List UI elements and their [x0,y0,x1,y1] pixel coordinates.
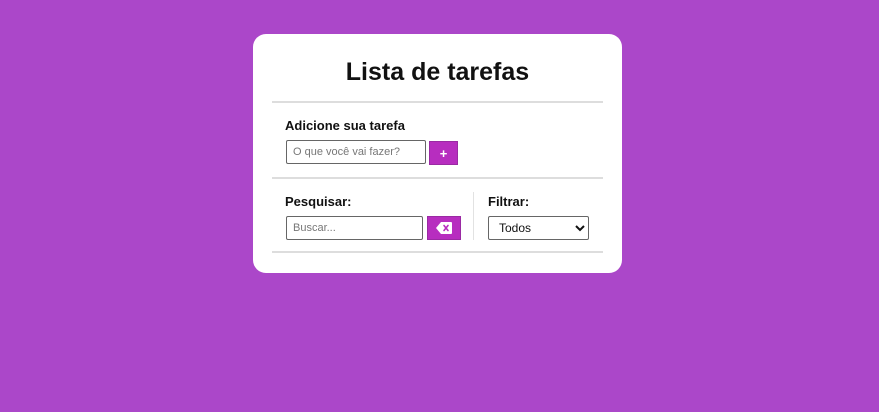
page-title: Lista de tarefas [345,58,530,86]
todo-card: Lista de tarefas Adicione sua tarefa + P… [253,34,622,273]
divider [272,177,603,179]
search-input[interactable] [286,216,423,240]
divider [272,101,603,103]
add-task-label: Adicione sua tarefa [285,118,405,133]
backspace-icon [436,222,452,234]
vertical-separator [473,192,474,240]
task-input[interactable] [286,140,426,164]
clear-search-button[interactable] [427,216,461,240]
divider [272,251,603,253]
search-label: Pesquisar: [285,194,352,209]
add-task-button[interactable]: + [429,141,458,165]
filter-select[interactable]: Todos [488,216,589,240]
filter-label: Filtrar: [488,194,530,209]
